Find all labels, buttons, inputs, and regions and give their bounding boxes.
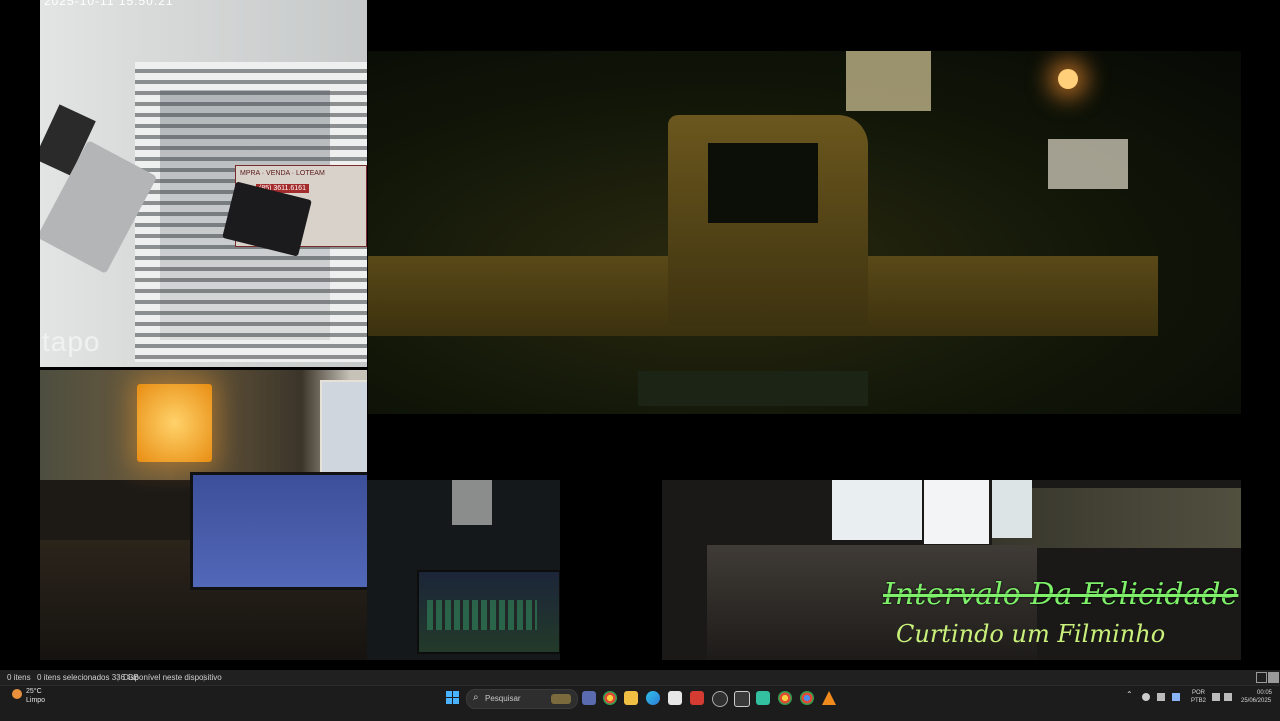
- kitchen-camera-feed: Intervalo Da Felicidade Curtindo um Film…: [662, 480, 1241, 660]
- items-count: 0 itens: [7, 673, 31, 682]
- explorer-status-bar: 0 itens 0 itens selecionados 336 GB Disp…: [0, 670, 1280, 685]
- chrome-icon[interactable]: [603, 691, 617, 705]
- language-line-2[interactable]: PTB2: [1191, 698, 1206, 704]
- clock-date[interactable]: 25/06/2025: [1241, 698, 1271, 704]
- weather-icon[interactable]: [12, 689, 22, 699]
- computer-monitor: [190, 472, 367, 590]
- window-right: [992, 480, 1032, 538]
- chevron-up-icon[interactable]: ⌃: [1126, 690, 1133, 699]
- truck-window: [708, 143, 818, 223]
- window-light: [846, 51, 931, 111]
- volume-icon[interactable]: [1224, 693, 1232, 701]
- search-highlight-icon: [551, 694, 571, 704]
- search-placeholder: Pesquisar: [485, 694, 521, 703]
- wall-picture: [320, 380, 367, 476]
- sign-line-1: MPRA · VENDA · LOTEAM: [240, 170, 325, 177]
- search-input[interactable]: ⌕ Pesquisar: [466, 689, 578, 709]
- tiles-view-icon[interactable]: [1268, 672, 1279, 683]
- street-lamp: [1058, 69, 1078, 89]
- table-lamp: [137, 384, 212, 462]
- camera-timestamp: 2025-10-11 15:50:21: [44, 0, 174, 8]
- wifi-icon[interactable]: [1212, 693, 1220, 701]
- audio-meter: [427, 600, 537, 630]
- overlay-subtitle: Curtindo um Filminho: [896, 620, 1166, 648]
- acrobat-icon[interactable]: [690, 691, 704, 705]
- window-left: [832, 480, 922, 540]
- status-separator: |: [203, 673, 206, 682]
- details-view-icon[interactable]: [1256, 672, 1267, 683]
- app-icon[interactable]: [756, 691, 770, 705]
- door-camera-feed: MPRA · VENDA · LOTEAM (85) 3611.6161 202…: [40, 0, 367, 367]
- availability-status: Disponível neste dispositivo: [123, 673, 222, 682]
- file-explorer-icon[interactable]: [624, 691, 638, 705]
- camera-brand-logo: tapo: [42, 326, 101, 357]
- chrome-alt-icon[interactable]: [778, 691, 792, 705]
- taskbar: 25°C Limpo ⌕ Pesquisar ⌃ POR PTB2 00:05 …: [0, 685, 1280, 721]
- vlc-icon[interactable]: [822, 691, 836, 705]
- chrome-profile-icon[interactable]: [800, 691, 814, 705]
- obs-icon[interactable]: [712, 691, 728, 707]
- language-line-1[interactable]: POR: [1192, 690, 1205, 696]
- studio-light: [452, 480, 492, 525]
- store-icon[interactable]: [668, 691, 682, 705]
- start-icon[interactable]: [446, 691, 460, 705]
- window-center: [924, 480, 989, 544]
- camera-icon[interactable]: [734, 691, 750, 707]
- studio-camera-feed: [367, 480, 560, 660]
- search-icon: ⌕: [473, 692, 479, 703]
- weather-condition[interactable]: Limpo: [26, 697, 45, 704]
- movie-feed: [368, 51, 1241, 414]
- status-separator: |: [117, 673, 120, 682]
- bluetooth-icon[interactable]: [1172, 693, 1180, 701]
- overlay-title: Intervalo Da Felicidade: [883, 577, 1239, 612]
- road: [638, 371, 868, 406]
- edge-icon[interactable]: [646, 691, 660, 705]
- cloud-icon[interactable]: [1142, 693, 1150, 701]
- network-tray-icon[interactable]: [1157, 693, 1165, 701]
- room-camera-feed: [40, 370, 367, 660]
- clock-time[interactable]: 00:05: [1257, 690, 1272, 696]
- background-sign: [1048, 139, 1128, 189]
- task-view-icon[interactable]: [582, 691, 596, 705]
- weather-temperature[interactable]: 25°C: [26, 688, 42, 695]
